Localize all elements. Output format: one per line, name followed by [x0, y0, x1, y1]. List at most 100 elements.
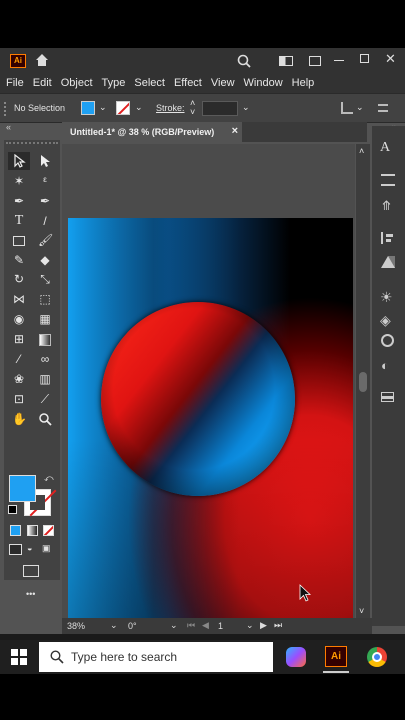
align-icon[interactable] [341, 102, 353, 114]
selection-tool-icon[interactable] [12, 153, 26, 168]
stroke-stepper[interactable]: ˄ ˅ [190, 99, 195, 117]
direct-selection-tool-icon[interactable] [38, 154, 52, 168]
character-panel-icon[interactable]: A [380, 140, 390, 156]
hand-tool-icon[interactable]: ✋ [12, 412, 27, 426]
shape-builder-tool-icon[interactable]: ◉ [12, 312, 26, 326]
free-transform-tool-icon[interactable]: ⬚ [38, 292, 52, 306]
blend-tool-icon[interactable]: ∞ [38, 352, 52, 366]
scale-tool-icon[interactable]: ⤡ [38, 272, 52, 286]
copilot-icon[interactable] [286, 647, 306, 667]
chrome-icon[interactable] [367, 647, 387, 667]
none-mode-icon[interactable] [43, 525, 54, 536]
pen-tool-icon[interactable]: ✒ [12, 194, 26, 208]
fill-color-swatch[interactable] [9, 475, 36, 502]
curvature-tool-icon[interactable]: ✒ [38, 194, 52, 208]
stroke-weight-input[interactable] [202, 101, 238, 116]
line-tool-icon[interactable]: / [38, 214, 52, 228]
rotation-value[interactable]: 0° [128, 621, 137, 631]
mesh-tool-icon[interactable]: ⊞ [12, 332, 26, 346]
scroll-up-icon[interactable]: ˄ [359, 146, 364, 156]
scroll-down-icon[interactable]: ˅ [359, 606, 364, 616]
fill-swatch[interactable] [81, 101, 95, 115]
draw-behind-icon[interactable]: ◒ [27, 543, 32, 553]
zoom-level[interactable]: 38% [67, 621, 85, 631]
tab-close-icon[interactable]: × [232, 125, 238, 137]
align-dropdown-icon[interactable]: ⌄ [356, 102, 364, 113]
close-icon[interactable]: ✕ [385, 51, 396, 67]
stroke-weight-dropdown-icon[interactable]: ⌄ [242, 102, 250, 113]
color-mode-icon[interactable] [10, 525, 21, 536]
prev-artboard-icon[interactable]: ◀ [202, 620, 209, 631]
stroke-panel-icon[interactable] [381, 392, 394, 402]
column-graph-tool-icon[interactable]: ▥ [38, 372, 52, 386]
width-tool-icon[interactable]: ⋈ [12, 292, 26, 306]
home-icon[interactable] [35, 53, 49, 67]
artboard[interactable] [68, 218, 353, 621]
properties-panel-icon[interactable] [381, 174, 395, 186]
default-colors-icon[interactable] [8, 505, 17, 514]
rotate-tool-icon[interactable]: ↻ [12, 272, 26, 286]
menu-select[interactable]: Select [134, 77, 165, 89]
vertical-scrollbar[interactable]: ˄ ˅ [356, 144, 370, 620]
windows-start-icon[interactable] [11, 649, 27, 665]
type-tool-icon[interactable]: T [12, 214, 26, 228]
fill-dropdown-icon[interactable]: ⌄ [99, 102, 107, 113]
menu-edit[interactable]: Edit [33, 77, 52, 89]
tab-untitled[interactable]: Untitled-1* @ 38 % (RGB/Preview) × [62, 122, 242, 142]
minimize-icon[interactable] [334, 60, 344, 61]
taskbar-search-placeholder: Type here to search [71, 650, 178, 664]
transparency-panel-icon[interactable] [381, 256, 395, 268]
stroke-swatch[interactable] [116, 101, 130, 115]
paintbrush-tool-icon[interactable]: 🖌 [38, 233, 53, 247]
align-panel-icon[interactable] [381, 232, 393, 244]
zoom-tool-icon[interactable] [38, 412, 52, 426]
collapse-left-icon[interactable]: « [6, 122, 11, 132]
taskbar-search-box[interactable]: Type here to search [39, 642, 273, 672]
draw-inside-icon[interactable]: ▣ [42, 543, 51, 554]
first-artboard-icon[interactable]: ⏮ [187, 620, 195, 631]
zoom-dropdown-icon[interactable]: ⌄ [110, 620, 118, 631]
lasso-tool-icon[interactable]: ᵋ [38, 174, 52, 188]
next-artboard-icon[interactable]: ▶ [260, 620, 267, 631]
artboard-tool-icon[interactable]: ⊡ [12, 392, 26, 406]
search-icon[interactable] [237, 54, 251, 68]
slice-tool-icon[interactable]: ⟋ [38, 392, 52, 406]
draw-mode-icon[interactable] [9, 544, 22, 555]
control-menu-icon[interactable] [378, 104, 388, 112]
magic-wand-tool-icon[interactable]: ✶ [12, 174, 26, 188]
panel-icon[interactable] [309, 56, 321, 66]
gradient-mode-icon[interactable] [27, 525, 38, 536]
menu-view[interactable]: View [211, 77, 235, 89]
shaper-tool-icon[interactable]: ✎ [12, 253, 26, 267]
menu-object[interactable]: Object [61, 77, 93, 89]
symbol-sprayer-tool-icon[interactable]: ❀ [12, 372, 26, 386]
last-artboard-icon[interactable]: ⏭ [274, 620, 282, 631]
swap-colors-icon[interactable]: ⤺ [44, 473, 54, 484]
puppet-panel-icon[interactable]: ⤊ [381, 198, 392, 214]
appearance-panel-icon[interactable]: ☀ [380, 289, 393, 306]
artboard-dropdown-icon[interactable]: ⌄ [246, 620, 254, 631]
vertical-scroll-thumb[interactable] [359, 372, 367, 392]
artboard-number[interactable]: 1 [218, 621, 223, 631]
swatches-panel-icon[interactable]: ◐ [381, 358, 389, 373]
gradient-tool-icon[interactable] [39, 334, 51, 346]
illustrator-taskbar-icon[interactable]: Ai [325, 646, 347, 667]
gradient-sphere[interactable] [101, 302, 295, 496]
menu-help[interactable]: Help [292, 77, 315, 89]
menu-window[interactable]: Window [244, 77, 283, 89]
menu-type[interactable]: Type [102, 77, 126, 89]
menu-effect[interactable]: Effect [174, 77, 202, 89]
edit-toolbar-icon[interactable]: ••• [26, 589, 35, 599]
eraser-tool-icon[interactable]: ◆ [38, 253, 52, 267]
eyedropper-tool-icon[interactable]: ⁄ [12, 352, 26, 366]
screen-mode-icon[interactable] [23, 565, 39, 577]
restore-icon[interactable] [360, 54, 369, 63]
menu-file[interactable]: File [6, 77, 24, 89]
layers-panel-icon[interactable]: ◈ [380, 312, 391, 329]
pathfinder-panel-icon[interactable] [381, 334, 394, 347]
workspace-icon[interactable] [279, 56, 293, 66]
rectangle-tool-icon[interactable] [13, 236, 25, 246]
rotation-dropdown-icon[interactable]: ⌄ [170, 620, 178, 631]
stroke-dropdown-icon[interactable]: ⌄ [135, 102, 143, 113]
live-paint-tool-icon[interactable]: ▦ [38, 312, 52, 326]
